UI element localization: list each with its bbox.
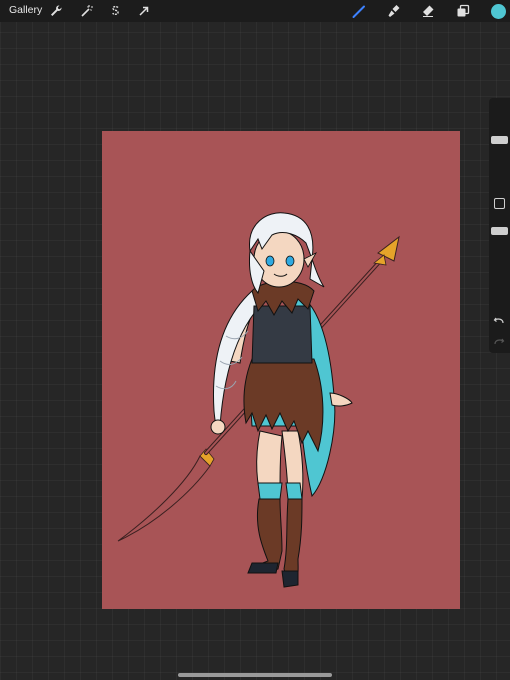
wrench-icon[interactable] <box>48 3 64 19</box>
top-toolbar: Gallery <box>0 0 510 22</box>
layers-icon[interactable] <box>455 3 471 19</box>
drawing-canvas[interactable] <box>102 131 460 609</box>
undo-icon[interactable] <box>493 315 505 327</box>
home-indicator <box>178 673 332 677</box>
smudge-icon[interactable] <box>386 3 402 19</box>
transform-arrow-icon[interactable] <box>136 3 152 19</box>
redo-icon[interactable] <box>493 336 505 348</box>
side-bar <box>489 98 510 353</box>
brush-icon[interactable] <box>351 3 367 19</box>
magic-wand-icon[interactable] <box>78 3 94 19</box>
selection-s-icon[interactable] <box>107 3 123 19</box>
gallery-button[interactable]: Gallery <box>9 4 42 16</box>
character-artwork <box>117 212 400 588</box>
eraser-icon[interactable] <box>420 3 436 19</box>
brush-opacity-slider[interactable] <box>491 227 508 236</box>
color-swatch[interactable] <box>490 3 507 20</box>
modify-square-icon[interactable] <box>494 198 505 209</box>
brush-size-slider[interactable] <box>491 135 508 144</box>
